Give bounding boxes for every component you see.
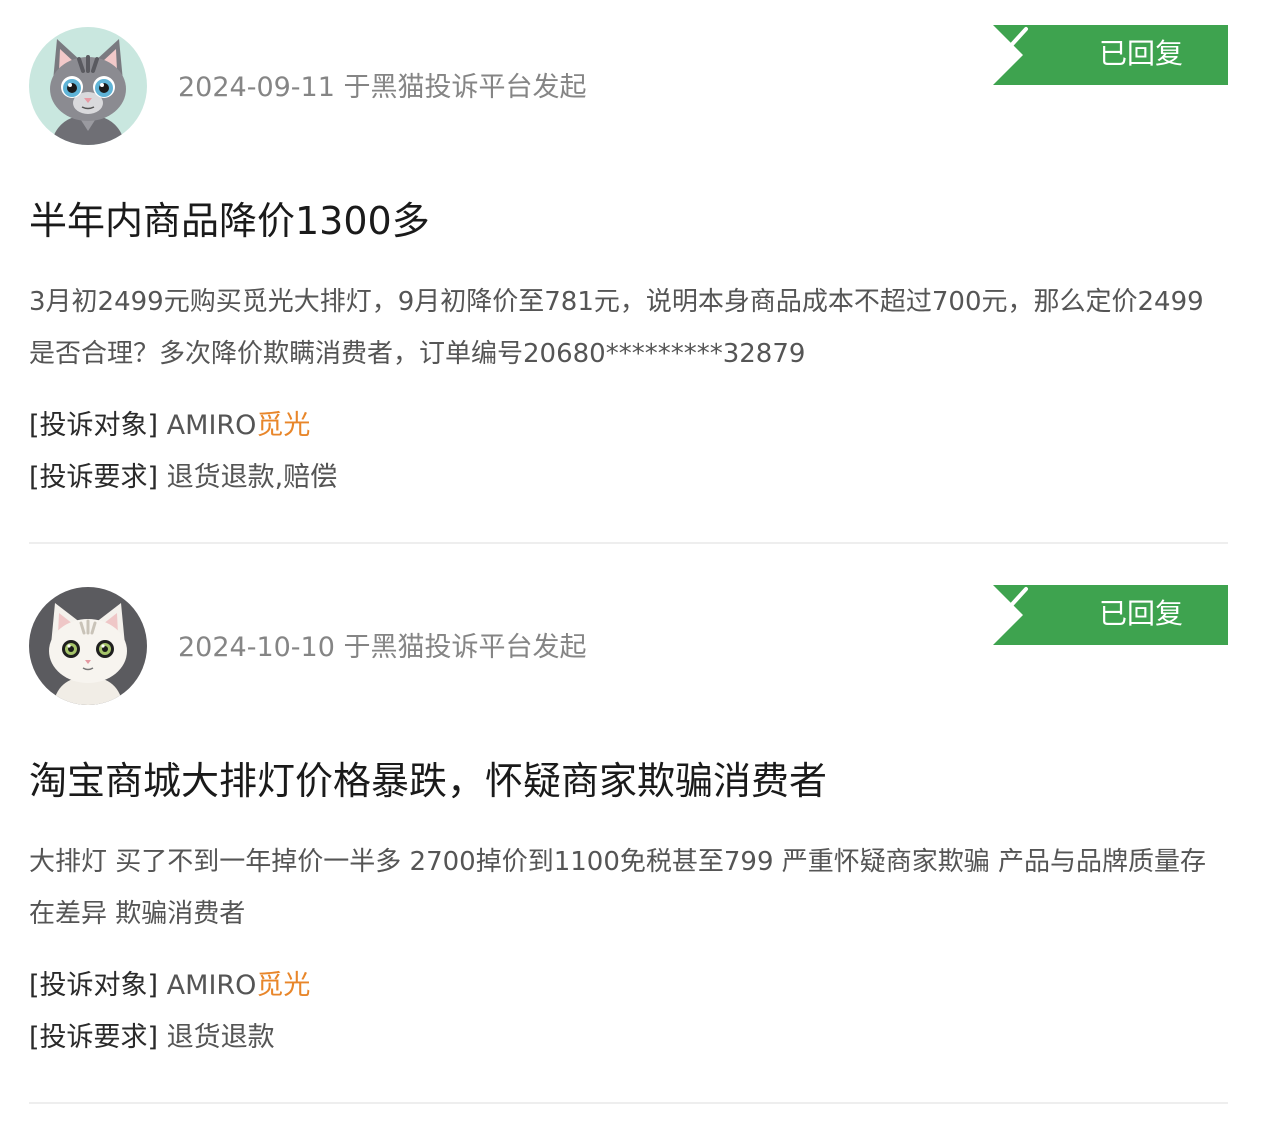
- complaint-target: [投诉对象] AMIRO觅光: [29, 968, 310, 1004]
- white-cat-avatar: [29, 587, 147, 705]
- complaint-description: 3月初2499元购买觅光大排灯，9月初降价至781元，说明本身商品成本不超过70…: [29, 287, 1204, 369]
- complaint-card[interactable]: 2024-10-10 于黑猫投诉平台发起 已回复 淘宝商城大排灯价格暴跌，怀疑商…: [0, 560, 1268, 1120]
- target-value[interactable]: AMIRO: [167, 970, 257, 1001]
- card-divider: [29, 1102, 1228, 1104]
- status-label: 已回复: [1099, 597, 1184, 630]
- post-meta: 2024-09-11 于黑猫投诉平台发起: [178, 71, 587, 105]
- post-date: 2024-10-10: [178, 632, 335, 663]
- target-label: [投诉对象]: [29, 410, 159, 441]
- complaint-target: [投诉对象] AMIRO觅光: [29, 408, 310, 444]
- post-date: 2024-09-11: [178, 72, 335, 103]
- complaint-request: [投诉要求] 退货退款,赔偿: [29, 460, 337, 496]
- target-label: [投诉对象]: [29, 970, 159, 1001]
- complaint-card[interactable]: 2024-09-11 于黑猫投诉平台发起 已回复 半年内商品降价1300多 3月…: [0, 0, 1268, 560]
- post-platform: 于黑猫投诉平台发起: [343, 632, 587, 663]
- status-label: 已回复: [1099, 37, 1184, 70]
- target-value[interactable]: AMIRO: [167, 410, 257, 441]
- status-badge-replied[interactable]: 已回复: [993, 25, 1228, 85]
- request-value: 退货退款,赔偿: [166, 462, 338, 493]
- post-meta: 2024-10-10 于黑猫投诉平台发起: [178, 631, 587, 665]
- complaint-description: 大排灯 买了不到一年掉价一半多 2700掉价到1100免税甚至799 严重怀疑商…: [29, 847, 1207, 929]
- card-divider: [29, 542, 1228, 544]
- request-label: [投诉要求]: [29, 1022, 159, 1053]
- complaint-request: [投诉要求] 退货退款: [29, 1020, 275, 1056]
- complaint-title[interactable]: 淘宝商城大排灯价格暴跌，怀疑商家欺骗消费者: [29, 757, 827, 805]
- post-platform: 于黑猫投诉平台发起: [343, 72, 587, 103]
- gray-tabby-cat-avatar: [29, 27, 147, 145]
- checkmark-icon: [994, 27, 1028, 53]
- status-badge-replied[interactable]: 已回复: [993, 585, 1228, 645]
- target-brand[interactable]: 觅光: [256, 410, 310, 441]
- request-label: [投诉要求]: [29, 462, 159, 493]
- complaint-title[interactable]: 半年内商品降价1300多: [29, 197, 430, 245]
- request-value: 退货退款: [166, 1022, 275, 1053]
- checkmark-icon: [994, 587, 1028, 613]
- target-brand[interactable]: 觅光: [256, 970, 310, 1001]
